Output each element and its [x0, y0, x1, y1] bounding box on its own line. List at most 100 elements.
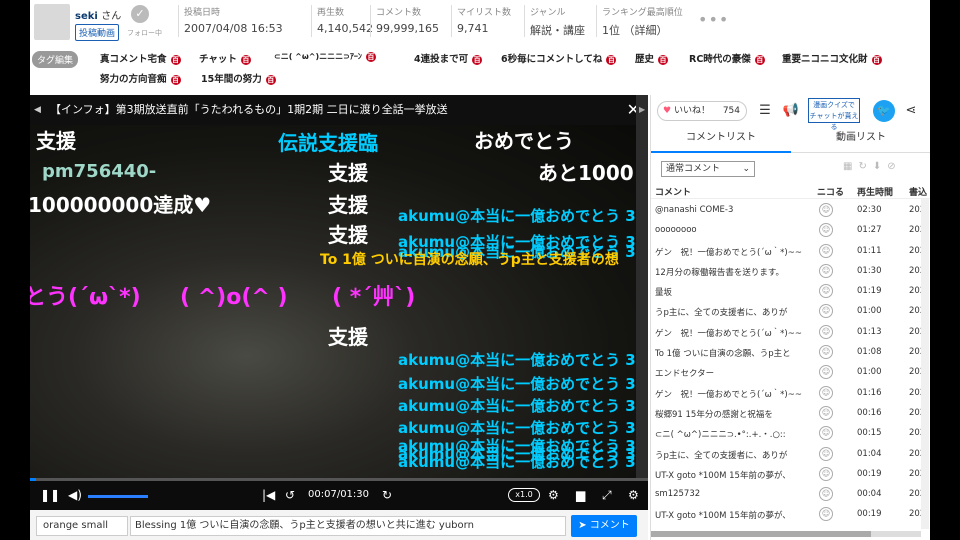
header-nicoru[interactable]: ニコる	[817, 185, 844, 198]
table-row[interactable]: ⊂ニ( ^ω^)ニニニ⊃.•°:.+.・.○:: ☺ 00:15 202	[651, 424, 925, 444]
tag-item[interactable]: 重要ニコニコ文化財百	[782, 51, 882, 65]
volume-slider[interactable]	[88, 495, 148, 498]
table-row[interactable]: To 1億 ついに自演の念願、うp主と ☺ 01:08 202	[651, 343, 925, 363]
tag-label[interactable]: 6秒毎にコメントしてね	[501, 54, 602, 65]
dictionary-icon[interactable]: 百	[472, 54, 483, 65]
uploader-videos-link[interactable]: 投稿動画	[75, 24, 120, 41]
video-player[interactable]: ◀ 【インフォ】第3期放送直前「うたわれるもの」1期2期 二日に渡り全話一挙放送…	[30, 95, 648, 510]
tag-item[interactable]: ⊂ニ( ^ω^)ニニニ⊃ｱｰﾝ百	[274, 51, 376, 62]
more-icon[interactable]: •••	[698, 10, 729, 29]
table-row[interactable]: oooooooo ☺ 01:27 202	[651, 221, 925, 241]
stat-value[interactable]: 解説・講座	[530, 22, 585, 38]
dictionary-icon[interactable]: 百	[754, 54, 765, 65]
dictionary-icon[interactable]: 百	[170, 74, 181, 85]
command-input[interactable]: orange small	[36, 516, 128, 536]
tag-item[interactable]: 6秒毎にコメントしてね百	[501, 51, 617, 65]
pause-icon[interactable]: ❚❚	[40, 488, 60, 502]
nicoru-icon[interactable]: ☺	[819, 405, 833, 420]
calendar-icon[interactable]: ▦	[843, 161, 858, 172]
tag-item[interactable]: チャット百	[199, 51, 251, 65]
table-row[interactable]: 桜郷91 15年分の感謝と祝福を ☺ 00:16 202	[651, 404, 925, 424]
download-icon[interactable]: ⬇	[873, 161, 887, 172]
volume-icon[interactable]: ◀)	[68, 488, 82, 502]
gear-icon[interactable]: ⚙	[628, 488, 639, 502]
nicoru-icon[interactable]: ☺	[819, 365, 833, 380]
dictionary-icon[interactable]: 百	[606, 54, 617, 65]
comment-toggle-icon[interactable]: ▆	[576, 488, 585, 502]
twitter-icon[interactable]: 🐦	[873, 100, 895, 122]
tag-label[interactable]: 真コメント宅食	[100, 54, 167, 65]
seek-bar[interactable]	[30, 478, 648, 481]
nicoru-icon[interactable]: ☺	[819, 223, 833, 238]
tag-label[interactable]: 15年間の努力	[201, 74, 262, 85]
tag-item[interactable]: 歴史百	[635, 51, 669, 65]
chevron-right-icon[interactable]: ▶	[639, 105, 645, 114]
info-banner-text[interactable]: 【インフォ】第3期放送直前「うたわれるもの」1期2期 二日に渡り全話一挙放送	[50, 103, 448, 116]
stat-value[interactable]: 1位 （詳細）	[602, 22, 683, 38]
tag-label[interactable]: 重要ニコニコ文化財	[782, 54, 868, 65]
tag-label[interactable]: ⊂ニ( ^ω^)ニニニ⊃ｱｰﾝ	[274, 52, 362, 61]
nicoru-icon[interactable]: ☺	[819, 466, 833, 481]
table-row[interactable]: UT-X goto *100M 15年前の夢が、 ☺ 00:19 202	[651, 505, 925, 525]
dictionary-icon[interactable]: 百	[871, 54, 882, 65]
dictionary-icon[interactable]: 百	[265, 74, 276, 85]
table-row[interactable]: うp主に、全ての支援者に、ありが ☺ 01:00 202	[651, 302, 925, 322]
dictionary-icon[interactable]: 百	[240, 54, 251, 65]
tab-video-list[interactable]: 動画リスト	[791, 127, 930, 153]
table-row[interactable]: ゲン 祝！一億おめでとう(´ω｀*)~~ ☺ 01:11 202	[651, 242, 925, 262]
dictionary-icon[interactable]: 百	[658, 54, 669, 65]
rewind-10-icon[interactable]: ↺	[285, 488, 295, 502]
nicoru-icon[interactable]: ☺	[819, 385, 833, 400]
settings-loop-icon[interactable]: ⚙	[548, 488, 559, 502]
megaphone-icon[interactable]: 📢	[781, 101, 801, 121]
filter-icon[interactable]: ⊘	[887, 161, 901, 172]
tag-label[interactable]: チャット	[199, 54, 237, 65]
header-posted[interactable]: 書込	[909, 185, 927, 198]
table-row[interactable]: sm125732 ☺ 00:04 202	[651, 485, 925, 505]
nicoru-icon[interactable]: ☺	[819, 345, 833, 360]
table-row[interactable]: 12月分の稼働報告書を送ります。 ☺ 01:30 202	[651, 262, 925, 282]
header-playtime[interactable]: 再生時間	[857, 185, 893, 198]
table-row[interactable]: ゲン 祝！一億おめでとう(´ω｀*)~~ ☺ 01:16 202	[651, 384, 925, 404]
nicoru-icon[interactable]: ☺	[819, 324, 833, 339]
table-row[interactable]: 量坂 ☺ 01:19 202	[651, 282, 925, 302]
tab-comment-list[interactable]: コメントリスト	[651, 127, 791, 153]
table-row[interactable]: @nanashi COME-3 ☺ 02:30 202	[651, 201, 925, 221]
uploader-name[interactable]: seki さん	[75, 7, 121, 22]
comment-type-select[interactable]: 通常コメント ⌄	[661, 161, 755, 177]
nicoru-icon[interactable]: ☺	[819, 304, 833, 319]
like-label[interactable]: いいね！	[674, 106, 710, 116]
comment-send-button[interactable]: ➤ コメント	[571, 515, 637, 537]
dictionary-icon[interactable]: 百	[170, 54, 181, 65]
avatar[interactable]	[34, 4, 70, 40]
like-button[interactable]: ♥ いいね！ 754	[657, 101, 747, 121]
nicoru-icon[interactable]: ☺	[819, 507, 833, 522]
tag-label[interactable]: 歴史	[635, 54, 654, 65]
tag-item[interactable]: 真コメント宅食百	[100, 51, 181, 65]
tag-item[interactable]: 努力の方向音痴百	[100, 71, 181, 85]
comment-input[interactable]: Blessing 1億 ついに自演の念願、うp主と支援者の想いと共に進む yub…	[130, 516, 566, 536]
tag-label[interactable]: RC時代の豪傑	[689, 54, 751, 65]
horizontal-scrollbar[interactable]	[651, 531, 921, 537]
tag-item[interactable]: 4連投まで可百	[414, 51, 483, 65]
nicoru-icon[interactable]: ☺	[819, 446, 833, 461]
nicoru-icon[interactable]: ☺	[819, 203, 833, 217]
nicoru-icon[interactable]: ☺	[819, 487, 833, 502]
table-row[interactable]: UT-X goto *100M 15年前の夢が、 ☺ 00:19 202	[651, 465, 925, 485]
vertical-scrollbar[interactable]	[921, 199, 929, 529]
skip-back-icon[interactable]: |◀	[262, 488, 275, 502]
quiz-banner[interactable]: 漫画クイズで チャットが貰える	[808, 98, 860, 131]
fullscreen-icon[interactable]: ⤢	[602, 488, 612, 503]
comment-send-label[interactable]: コメント	[590, 520, 630, 531]
forward-10-icon[interactable]: ↻	[382, 488, 392, 502]
table-row[interactable]: エンドセクター ☺ 01:00 202	[651, 363, 925, 383]
playlist-add-icon[interactable]: ☰	[755, 101, 775, 121]
table-row[interactable]: ゲン 祝！一億おめでとう(´ω｀*)~~ ☺ 01:13 202	[651, 323, 925, 343]
nicoru-icon[interactable]: ☺	[819, 243, 833, 258]
comment-type-value[interactable]: 通常コメント	[666, 164, 720, 174]
player-side-strip[interactable]: ▶	[636, 95, 648, 480]
tag-edit-button[interactable]: タグ編集	[32, 51, 79, 68]
tag-item[interactable]: RC時代の豪傑百	[689, 51, 765, 65]
dictionary-icon[interactable]: 百	[365, 51, 376, 62]
scrollbar-thumb[interactable]	[651, 531, 871, 537]
